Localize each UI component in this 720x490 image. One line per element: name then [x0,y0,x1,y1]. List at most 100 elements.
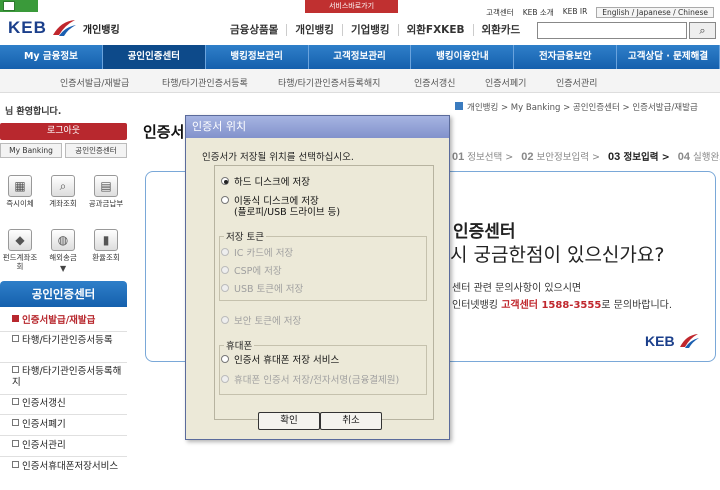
keb-footer-text: KEB [645,333,675,349]
sidebar-item-revoke[interactable]: 인증서폐기 [12,419,124,430]
step-indicator: 01 정보선택 > 02 보안정보입력 > 03 정보입력 > 04 실행완료 [452,149,720,163]
top-link-about[interactable]: KEB 소개 [523,7,554,18]
logo-text: KEB [8,18,47,37]
menu-customer-info[interactable]: 고객정보관리 [309,45,412,69]
quick-remit[interactable]: ◍ 해외송금 [43,229,83,262]
toggle-switch[interactable] [0,0,38,12]
subnav-renew[interactable]: 인증서갱신 [414,76,455,89]
menu-my-finance[interactable]: My 금융정보 [0,45,103,69]
divider [0,331,127,332]
radio-icon [221,375,229,383]
quick-account[interactable]: ⌕ 계좌조회 [43,175,83,208]
sidebar-item-unregister[interactable]: 타행/타기관인증서등록해지 [12,366,124,388]
expand-arrow-icon[interactable]: ▼ [60,264,66,273]
menu-banking-info[interactable]: 뱅킹정보관리 [206,45,309,69]
quick-fund[interactable]: ◆ 펀드계좌조회 [0,229,40,271]
quick-label: 즉시이체 [6,199,34,208]
quick-transfer[interactable]: ▦ 즉시이체 [0,175,40,208]
language-selector[interactable]: English / Japanese / Chinese [596,7,714,18]
radio-icon [221,248,229,256]
radio-checked-icon [221,177,229,185]
dialog-title-bar[interactable]: 인증서 위치 [186,116,449,138]
menu-support[interactable]: 고객상담 · 문제해결 [617,45,720,69]
quick-bill[interactable]: ▤ 공과금납부 [86,175,126,208]
radio-icon [221,196,229,204]
logo-swoosh-icon [679,334,699,348]
nav-products[interactable]: 금융상품몰 [222,24,288,36]
quick-service-link[interactable]: 서비스바로가기 [305,0,398,13]
quick-label: 환율조회 [92,253,120,262]
sub-nav: 인증서발급/재발급 타행/타기관인증서등록 타행/타기관인증서등록해지 인증서갱… [0,69,720,93]
subnav-revoke[interactable]: 인증서폐기 [485,76,526,89]
radio-icon [221,284,229,292]
subnav-unregister[interactable]: 타행/타기관인증서등록해지 [278,76,380,89]
quick-label: 공과금납부 [88,199,124,208]
sidebar-item-label: 인증서폐기 [22,419,66,430]
welcome-text: 님 환영합니다. [5,107,62,117]
menu-banking-guide[interactable]: 뱅킹이용안내 [411,45,515,69]
radio-phone-sign[interactable]: 휴대폰 인증서 저장/전자서명(금융결제원) [221,375,399,386]
radio-icon [221,266,229,274]
plus-box-icon [12,398,19,405]
sidebar-item-issue[interactable]: 인증서발급/재발급 [12,315,124,326]
sidebar-item-label: 인증서관리 [22,440,66,451]
content-line-2: 인터넷뱅킹 고객센터 1588-3555로 문의바랍니다. [452,300,673,311]
content-line-1: 센터 관련 문의사항이 있으시면 [452,283,582,294]
radio-csp[interactable]: CSP에 저장 [221,266,282,277]
sidebar-item-register[interactable]: 타행/타기관인증서등록 [12,335,124,346]
radio-icon [221,316,229,324]
plus-box-icon [12,419,19,426]
main-nav: 금융상품몰 개인뱅킹 기업뱅킹 외환FXKEB 외환카드 [222,24,528,36]
sidebar-item-label: 인증서발급/재발급 [22,315,96,326]
customer-center-phone: 고객센터 1588-3555 [501,300,602,311]
radio-removable-disk[interactable]: 이동식 디스크에 저장 [221,196,319,207]
logout-button[interactable]: 로그아웃 [0,123,127,140]
plus-box-icon [12,366,19,373]
plus-box-icon [12,440,19,447]
breadcrumb-text: 개인뱅킹 > My Banking > 공인인증센터 > 인증서발급/재발급 [467,103,698,113]
token-group-label: 저장 토큰 [224,229,266,243]
my-banking-button[interactable]: My Banking [0,143,62,158]
radio-ic-card[interactable]: IC 카드에 저장 [221,248,293,259]
cancel-button[interactable]: 취소 [320,412,382,430]
cert-center-button[interactable]: 공인인증센터 [65,143,127,158]
bullet-icon [12,315,19,322]
nav-corporate-banking[interactable]: 기업뱅킹 [343,24,399,36]
removable-disk-note: (플로피/USB 드라이브 등) [234,207,341,218]
radio-security-token[interactable]: 보안 토큰에 저장 [221,316,301,327]
breadcrumb: 개인뱅킹 > My Banking > 공인인증센터 > 인증서발급/재발급 [455,101,698,113]
nav-fxkeb[interactable]: 외환FXKEB [399,24,474,36]
dialog-prompt: 인증서가 저장될 위치를 선택하십시오. [202,152,354,163]
search-input[interactable] [537,22,687,39]
top-link-customer-center[interactable]: 고객센터 [486,7,514,18]
home-icon[interactable] [455,102,463,110]
sidebar-item-renew[interactable]: 인증서갱신 [12,398,124,409]
step-1: 01 정보선택 > [452,151,514,163]
toggle-knob [3,1,15,11]
quick-rate[interactable]: ▮ 환율조회 [86,229,126,262]
subnav-register[interactable]: 타행/타기관인증서등록 [162,76,248,89]
nav-personal-banking[interactable]: 개인뱅킹 [287,24,343,36]
globe-icon: ◍ [51,229,75,251]
radio-hard-disk[interactable]: 하드 디스크에 저장 [221,177,310,188]
radio-phone-service[interactable]: 인증서 휴대폰 저장 서비스 [221,355,339,366]
radio-usb-token[interactable]: USB 토큰에 저장 [221,284,303,295]
content-title: 인증센터 [453,222,516,242]
search-button[interactable]: ⌕ [689,22,716,39]
sidebar-item-label: 타행/타기관인증서등록해지 [12,366,122,388]
ok-button[interactable]: 확인 [258,412,320,430]
subnav-issue[interactable]: 인증서발급/재발급 [60,76,129,89]
sidebar-item-manage[interactable]: 인증서관리 [12,440,124,451]
menu-cert-center[interactable]: 공인인증센터 [102,45,206,69]
quick-label: 계좌조회 [49,199,77,208]
sidebar-item-phone[interactable]: 인증서휴대폰저장서비스 [12,461,124,472]
keb-logo[interactable]: KEB 개인뱅킹 [8,18,120,38]
divider [0,414,127,415]
nav-card[interactable]: 외환카드 [474,24,529,36]
sidebar-section-title: 공인인증센터 [0,281,127,307]
divider [0,362,127,363]
sidebar-item-label: 인증서갱신 [22,398,66,409]
subnav-manage[interactable]: 인증서관리 [556,76,597,89]
top-link-ir[interactable]: KEB IR [563,7,588,18]
menu-security[interactable]: 전자금융보안 [514,45,618,69]
